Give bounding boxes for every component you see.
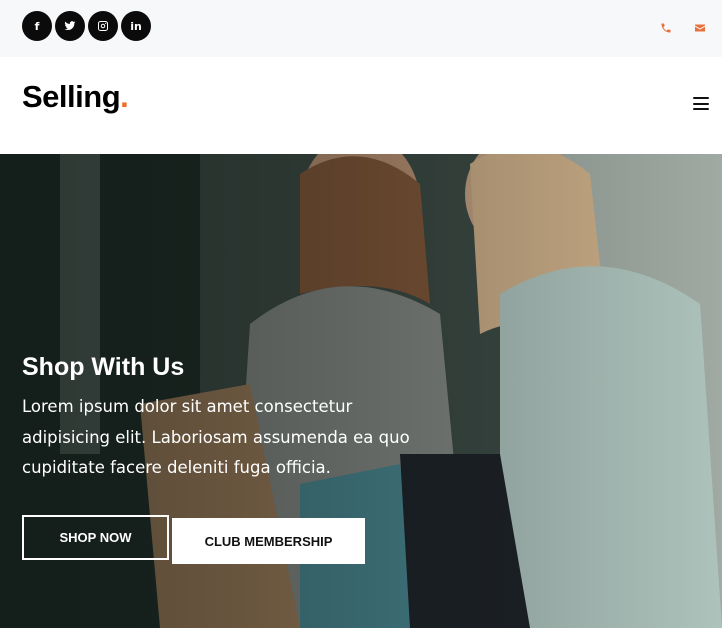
contact-links — [660, 22, 706, 34]
logo[interactable]: Selling. — [22, 79, 129, 115]
instagram-icon[interactable] — [88, 11, 118, 41]
menu-line — [693, 108, 709, 110]
hero-description: Lorem ipsum dolor sit amet consectetur a… — [22, 397, 410, 477]
site-header: Selling. — [0, 57, 722, 154]
menu-line — [693, 97, 709, 99]
logo-dot: . — [120, 79, 129, 114]
menu-line — [693, 102, 709, 105]
hamburger-menu-icon[interactable] — [693, 97, 709, 110]
twitter-icon[interactable] — [55, 11, 85, 41]
top-bar: f in — [0, 0, 722, 57]
phone-icon[interactable] — [660, 22, 672, 34]
facebook-icon[interactable]: f — [22, 11, 52, 41]
envelope-icon[interactable] — [694, 22, 706, 34]
club-membership-button[interactable]: CLUB MEMBERSHIP — [172, 518, 365, 564]
facebook-glyph: f — [34, 19, 40, 33]
hero-section: Shop With Us Lorem ipsum dolor sit amet … — [0, 154, 722, 628]
hero-title: Shop With Us — [22, 353, 185, 381]
social-links: f in — [22, 11, 151, 41]
logo-text: Selling — [22, 79, 121, 114]
linkedin-glyph: in — [130, 19, 142, 33]
shop-now-button[interactable]: SHOP NOW — [22, 515, 169, 560]
linkedin-icon[interactable]: in — [121, 11, 151, 41]
